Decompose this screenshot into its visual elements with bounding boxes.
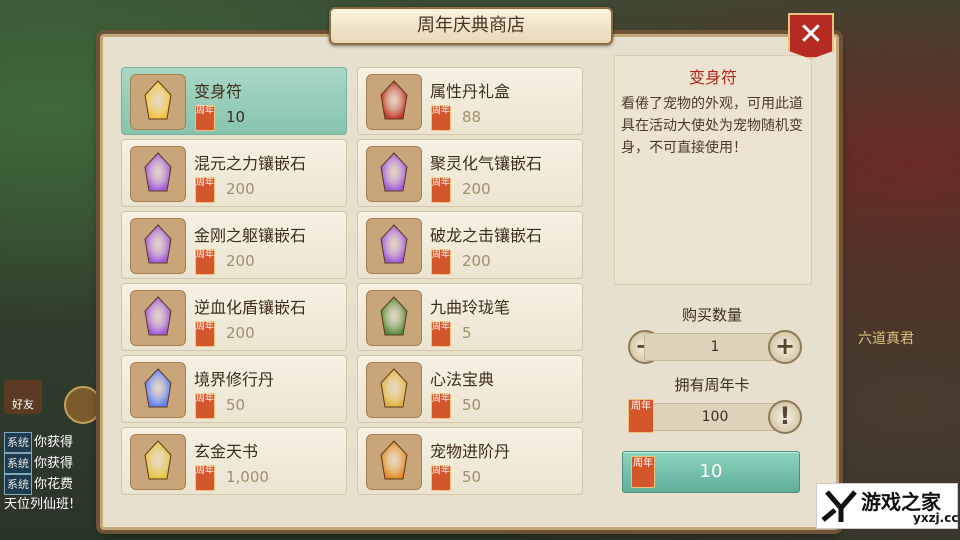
item-name: 九曲玲珑笔 — [430, 298, 511, 317]
crystal-gem-icon — [130, 290, 186, 346]
chat-bubble-icon[interactable] — [64, 386, 102, 424]
item-price: 200 — [226, 252, 255, 270]
watermark-logo: 游戏之家 yxzj.cc — [816, 483, 958, 529]
item-name: 逆血化盾镶嵌石 — [194, 298, 307, 317]
golden-book-icon — [130, 434, 186, 490]
owned-value: 100 — [648, 403, 782, 431]
anniversary-card-icon: 周年 — [431, 105, 451, 131]
chat-line: 系统 你获得 — [4, 432, 100, 453]
crystal-gem-icon — [130, 146, 186, 202]
chat-text: 天位列仙班! — [4, 497, 75, 512]
chat-tag: 系统 — [4, 474, 32, 495]
chat-line: 系统 你获得 — [4, 453, 100, 474]
anniversary-card-icon: 周年 — [431, 321, 451, 347]
shop-item[interactable]: 破龙之击镶嵌石周年 200 — [357, 211, 583, 279]
anniversary-card-icon: 周年 — [195, 177, 215, 203]
shop-item[interactable]: 金刚之躯镶嵌石周年 200 — [121, 211, 347, 279]
anniversary-card-icon: 周年 — [431, 465, 451, 491]
item-list[interactable]: 变身符 周年 10 属性丹礼盒 周年 88 混元之力镶嵌石 周年 200 聚灵化气镶嵌石 周年 200… — [121, 67, 583, 505]
item-name: 聚灵化气镶嵌石 — [430, 154, 543, 173]
shop-item[interactable]: 混元之力镶嵌石周年 200 — [121, 139, 347, 207]
item-price: 50 — [226, 396, 246, 414]
quantity-input[interactable]: 1 — [644, 333, 786, 361]
owned-label: 拥有周年卡 — [674, 376, 750, 394]
close-button[interactable]: ✕ — [788, 13, 834, 59]
item-name: 属性丹礼盒 — [430, 82, 511, 101]
dialog-title: 周年庆典商店 — [329, 7, 613, 45]
brush-pen-icon — [366, 290, 422, 346]
shop-item[interactable]: 心法宝典周年 50 — [357, 355, 583, 423]
crystal-gem-icon — [130, 218, 186, 274]
shop-item[interactable]: 玄金天书周年 1,000 — [121, 427, 347, 495]
shop-item[interactable]: 宠物进阶丹周年 50 — [357, 427, 583, 495]
shop-item[interactable]: 逆血化盾镶嵌石周年 200 — [121, 283, 347, 351]
detail-description: 看倦了宠物的外观，可用此道具在活动大使处为宠物随机变身，不可直接使用！ — [621, 96, 803, 156]
anniversary-card-icon: 周年 — [195, 321, 215, 347]
anniversary-card-icon: 周年 — [195, 393, 215, 419]
item-price: 5 — [462, 324, 472, 342]
anniversary-card-icon: 周年 — [195, 465, 215, 491]
shop-item[interactable]: 聚灵化气镶嵌石周年 200 — [357, 139, 583, 207]
chat-line: 天位列仙班! — [4, 495, 100, 514]
chat-tag: 系统 — [4, 432, 32, 453]
scroll-book-icon — [366, 362, 422, 418]
item-name: 混元之力镶嵌石 — [194, 154, 307, 173]
item-price: 200 — [226, 180, 255, 198]
chat-text: 你获得 — [34, 435, 74, 450]
buy-button[interactable]: 周年 10 — [622, 451, 800, 493]
quantity-label: 购买数量 — [681, 306, 742, 324]
item-name: 玄金天书 — [194, 442, 259, 461]
item-price: 200 — [462, 252, 491, 270]
item-name: 境界修行丹 — [194, 370, 275, 389]
anniversary-card-icon: 周年 — [195, 249, 215, 275]
crystal-gem-icon — [366, 146, 422, 202]
blue-orb-icon — [130, 362, 186, 418]
logo-url: yxzj.cc — [913, 511, 959, 525]
item-detail-panel: 变身符 看倦了宠物的外观，可用此道具在活动大使处为宠物随机变身，不可直接使用！ — [614, 55, 812, 285]
crystal-gem-icon — [366, 218, 422, 274]
item-price: 1,000 — [226, 468, 269, 486]
item-name: 破龙之击镶嵌石 — [430, 226, 543, 245]
npc-name: 六道真君 — [858, 331, 914, 347]
anniversary-card-icon: 周年 — [431, 249, 451, 275]
plus-button[interactable]: + — [768, 330, 802, 364]
item-price: 50 — [462, 396, 482, 414]
shop-item[interactable]: 变身符周年 10 — [121, 67, 347, 135]
anniversary-card-icon: 周年 — [431, 177, 451, 203]
friend-button[interactable]: 好友 — [4, 380, 42, 414]
shop-item[interactable]: 九曲玲珑笔周年 5 — [357, 283, 583, 351]
chat-line: 系统 你花费 — [4, 474, 100, 495]
buy-price: 10 — [699, 461, 723, 482]
anniversary-card-icon: 周年 — [628, 399, 654, 433]
item-name: 金刚之躯镶嵌石 — [194, 226, 307, 245]
chat-log: 系统 你获得 系统 你获得 系统 你花费 天位列仙班! — [4, 432, 100, 514]
detail-title: 变身符 — [688, 68, 737, 87]
chat-text: 你获得 — [34, 456, 74, 471]
anniversary-card-icon: 周年 — [431, 393, 451, 419]
item-price: 200 — [226, 324, 255, 342]
item-price: 50 — [462, 468, 482, 486]
item-name: 宠物进阶丹 — [430, 442, 511, 461]
item-price: 200 — [462, 180, 491, 198]
item-price: 88 — [462, 108, 482, 126]
shop-item[interactable]: 境界修行丹周年 50 — [121, 355, 347, 423]
transform-talisman-icon — [130, 74, 186, 130]
item-price: 10 — [226, 108, 246, 126]
item-name: 变身符 — [194, 82, 243, 101]
info-button[interactable]: ! — [768, 400, 802, 434]
pill-giftbox-icon — [366, 74, 422, 130]
chat-text: 你花费 — [34, 477, 74, 492]
shop-item[interactable]: 属性丹礼盒周年 88 — [357, 67, 583, 135]
anniversary-card-icon: 周年 — [195, 105, 215, 131]
chat-tag: 系统 — [4, 453, 32, 474]
golden-pill-icon — [366, 434, 422, 490]
item-name: 心法宝典 — [430, 370, 495, 389]
logo-mark-icon — [821, 490, 857, 522]
